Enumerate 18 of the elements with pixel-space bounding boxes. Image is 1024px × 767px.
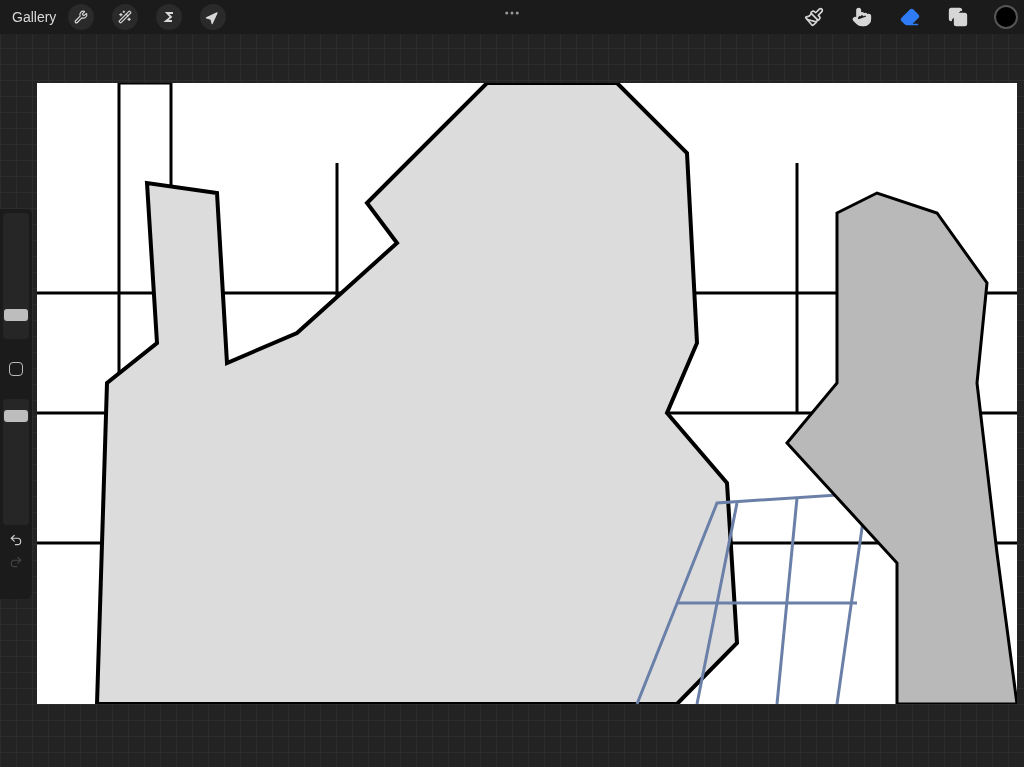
modify-button[interactable] bbox=[9, 362, 23, 376]
transform-button[interactable] bbox=[200, 4, 227, 30]
wrench-button[interactable] bbox=[68, 4, 95, 30]
eraser-icon bbox=[900, 7, 920, 27]
brush-size-slider[interactable] bbox=[3, 213, 29, 339]
color-swatch[interactable] bbox=[994, 5, 1018, 29]
opacity-slider[interactable] bbox=[3, 399, 29, 525]
wand-button[interactable] bbox=[112, 4, 139, 30]
finger-icon bbox=[852, 7, 872, 27]
selection-button[interactable] bbox=[156, 4, 183, 30]
slider-thumb[interactable] bbox=[4, 308, 28, 321]
slider-thumb[interactable] bbox=[4, 410, 28, 423]
layers-icon bbox=[948, 7, 968, 27]
wrench-icon bbox=[74, 10, 89, 24]
magic-wand-icon bbox=[118, 10, 133, 24]
gallery-button[interactable]: Gallery bbox=[12, 9, 57, 25]
brush-icon bbox=[804, 7, 824, 27]
undo-button[interactable] bbox=[9, 533, 23, 547]
